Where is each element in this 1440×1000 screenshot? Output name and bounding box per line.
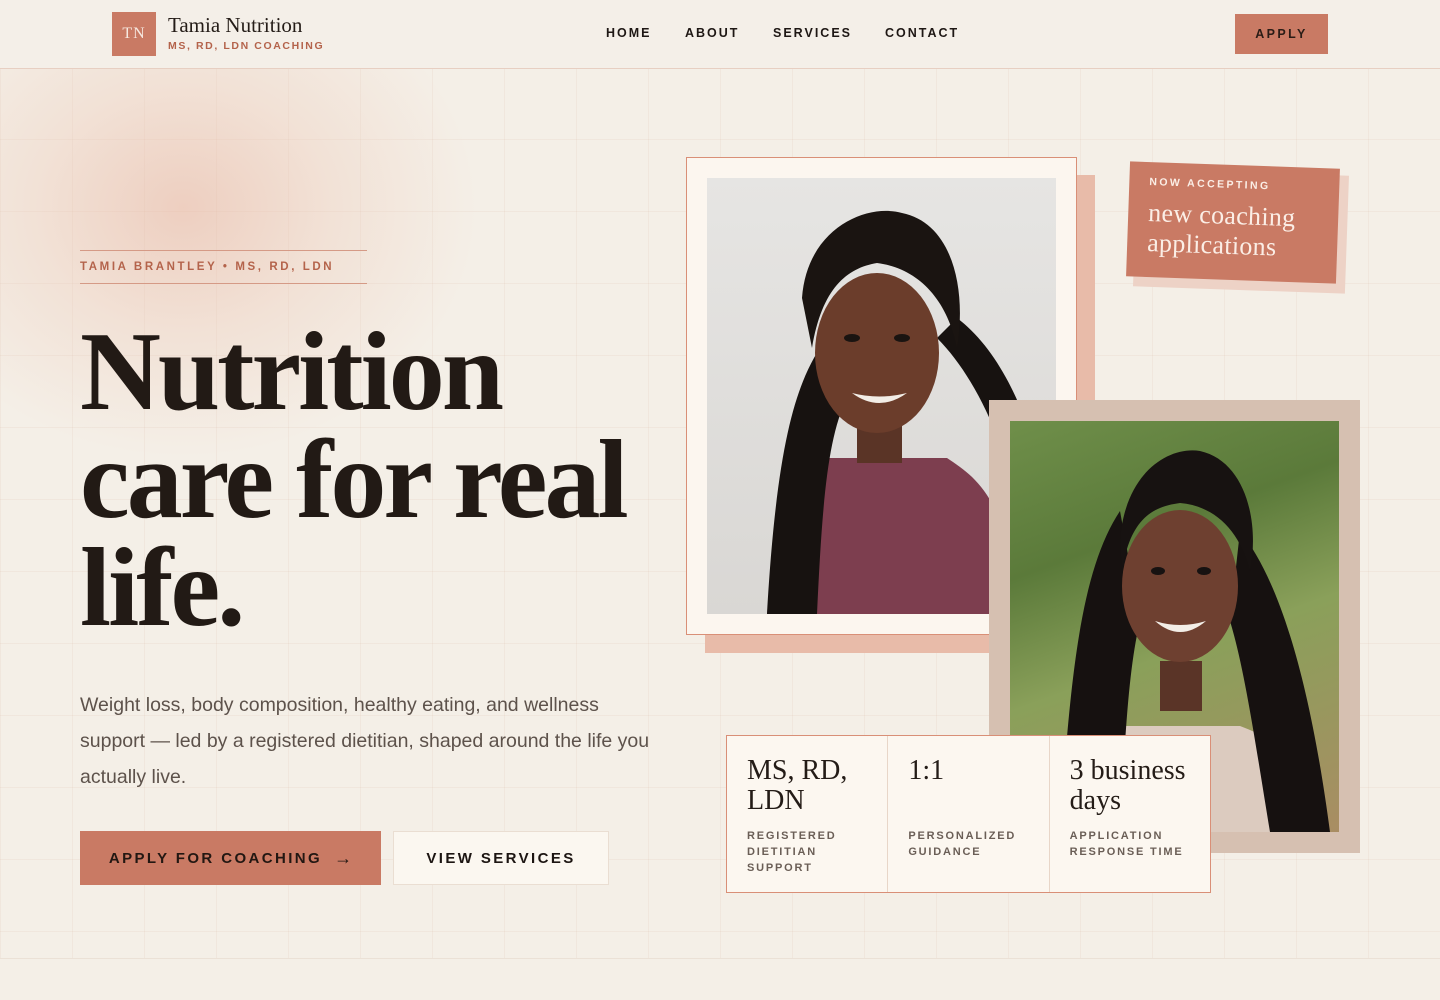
badge-text: new coaching applications	[1146, 198, 1296, 262]
stat-guidance: 1:1 PERSONALIZED GUIDANCE	[888, 736, 1050, 892]
badge-eyebrow: NOW ACCEPTING	[1149, 176, 1271, 193]
hero-headline: Nutrition care for real life.	[80, 310, 660, 650]
nav-about[interactable]: ABOUT	[685, 26, 739, 40]
section-divider	[0, 958, 1440, 959]
view-services-button[interactable]: VIEW SERVICES	[393, 831, 609, 885]
site-header: TN Tamia Nutrition MS, RD, LDN COACHING …	[0, 0, 1440, 69]
nav-services[interactable]: SERVICES	[773, 26, 852, 40]
stat-response-time: 3 business days APPLICATION RESPONSE TIM…	[1050, 736, 1210, 892]
accepting-badge: NOW ACCEPTING new coaching applications	[1126, 161, 1340, 284]
nav-home[interactable]: HOME	[606, 26, 652, 40]
stat-value: 1:1	[908, 755, 945, 786]
apply-for-coaching-label: APPLY FOR COACHING	[108, 849, 323, 867]
stat-value: 3 business days	[1069, 755, 1186, 816]
nav-contact[interactable]: CONTACT	[885, 26, 959, 40]
arrow-right-icon: →	[334, 847, 353, 868]
apply-button[interactable]: APPLY	[1235, 14, 1328, 54]
stats-card: MS, RD, LDN REGISTERED DIETITIAN SUPPORT…	[726, 735, 1211, 893]
hero-description: Weight loss, body composition, healthy e…	[80, 694, 650, 788]
stat-label: APPLICATION RESPONSE TIME	[1069, 830, 1184, 858]
hero-eyebrow: TAMIA BRANTLEY • MS, RD, LDN	[80, 250, 367, 284]
headline-line: Nutrition	[80, 310, 504, 434]
headline-line: care for real	[80, 418, 629, 542]
main-nav: HOME ABOUT SERVICES CONTACT	[0, 26, 1440, 42]
headline-line: life.	[80, 526, 245, 650]
apply-for-coaching-button[interactable]: APPLY FOR COACHING →	[80, 831, 381, 885]
stat-value: MS, RD, LDN	[747, 755, 848, 816]
stat-label: REGISTERED DIETITIAN SUPPORT	[747, 830, 837, 874]
stat-credentials: MS, RD, LDN REGISTERED DIETITIAN SUPPORT	[727, 736, 889, 892]
stat-label: PERSONALIZED GUIDANCE	[908, 830, 1017, 858]
